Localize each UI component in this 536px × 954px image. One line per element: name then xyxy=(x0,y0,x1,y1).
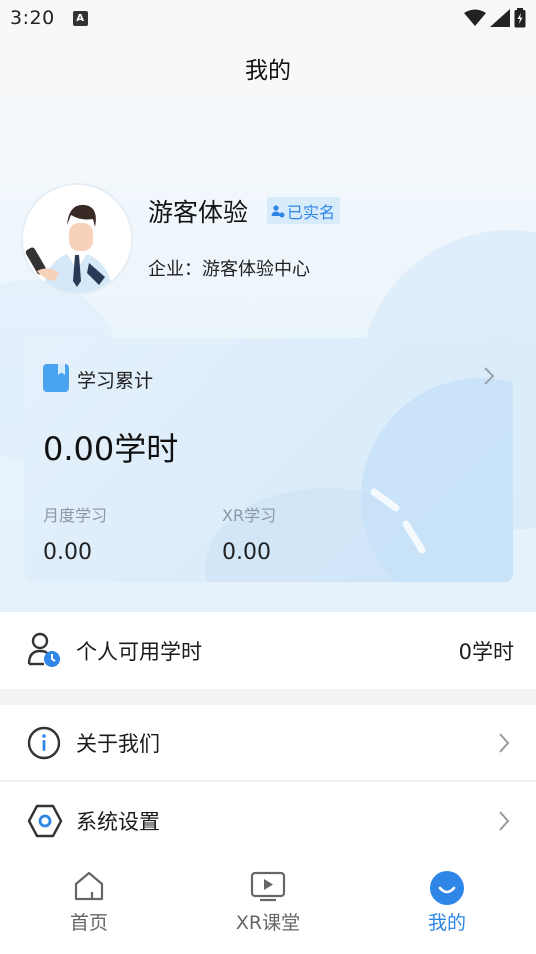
smile-icon xyxy=(430,871,464,905)
user-name: 游客体验 xyxy=(148,198,249,227)
nav-mine-label: 我的 xyxy=(427,912,466,934)
chevron-right-icon[interactable] xyxy=(483,366,495,386)
a-icon: A xyxy=(72,10,88,26)
info-icon xyxy=(27,726,61,760)
bottom-navigation: 首页 XR课堂 我的 xyxy=(0,860,536,954)
system-settings-row[interactable]: 系统设置 xyxy=(0,782,536,860)
monthly-study-label: 月度学习 xyxy=(43,506,108,525)
total-study-hours: 0.00学时 xyxy=(43,430,179,468)
nav-home[interactable]: 首页 xyxy=(9,860,169,954)
nav-home-label: 首页 xyxy=(69,912,108,934)
personal-hours-value: 0学时 xyxy=(458,639,514,664)
system-settings-label: 系统设置 xyxy=(76,810,160,834)
title-bar: 我的 xyxy=(0,36,536,100)
about-us-label: 关于我们 xyxy=(76,731,160,756)
verified-label: 已实名 xyxy=(287,202,336,222)
personal-hours-row[interactable]: 个人可用学时 0学时 xyxy=(0,612,536,689)
chevron-right-icon xyxy=(499,732,510,753)
xr-study-label: XR学习 xyxy=(222,506,277,525)
decor-shine xyxy=(370,488,426,554)
personal-hours-label: 个人可用学时 xyxy=(76,639,202,664)
nav-xr-classroom[interactable]: XR课堂 xyxy=(188,860,348,954)
nav-xr-label: XR课堂 xyxy=(235,912,301,934)
signal-icon xyxy=(490,9,510,27)
xr-study-value: 0.00 xyxy=(222,540,271,565)
video-play-icon xyxy=(250,871,286,902)
avatar[interactable] xyxy=(21,183,133,295)
status-bar: 3:20 A xyxy=(0,0,536,36)
user-clock-icon xyxy=(27,632,60,667)
battery-icon xyxy=(514,8,526,28)
user-verified-icon xyxy=(271,204,285,217)
status-icons xyxy=(464,8,526,28)
company-name: 企业：游客体验中心 xyxy=(148,259,310,280)
study-summary-card[interactable]: 学习累计 0.00学时 月度学习 XR学习 0.00 0.00 xyxy=(25,338,513,582)
wifi-icon xyxy=(464,9,486,26)
status-time: 3:20 xyxy=(10,7,55,29)
nav-mine[interactable]: 我的 xyxy=(367,860,527,954)
page-title: 我的 xyxy=(245,58,291,84)
verified-badge: 已实名 xyxy=(267,197,341,224)
book-icon xyxy=(43,364,69,392)
monthly-study-value: 0.00 xyxy=(43,540,92,565)
settings-icon xyxy=(27,804,63,838)
card-title: 学习累计 xyxy=(77,370,154,392)
avatar-illustration xyxy=(23,185,131,293)
home-icon xyxy=(74,871,104,901)
chevron-right-icon xyxy=(499,811,510,831)
about-us-row[interactable]: 关于我们 xyxy=(0,705,536,781)
